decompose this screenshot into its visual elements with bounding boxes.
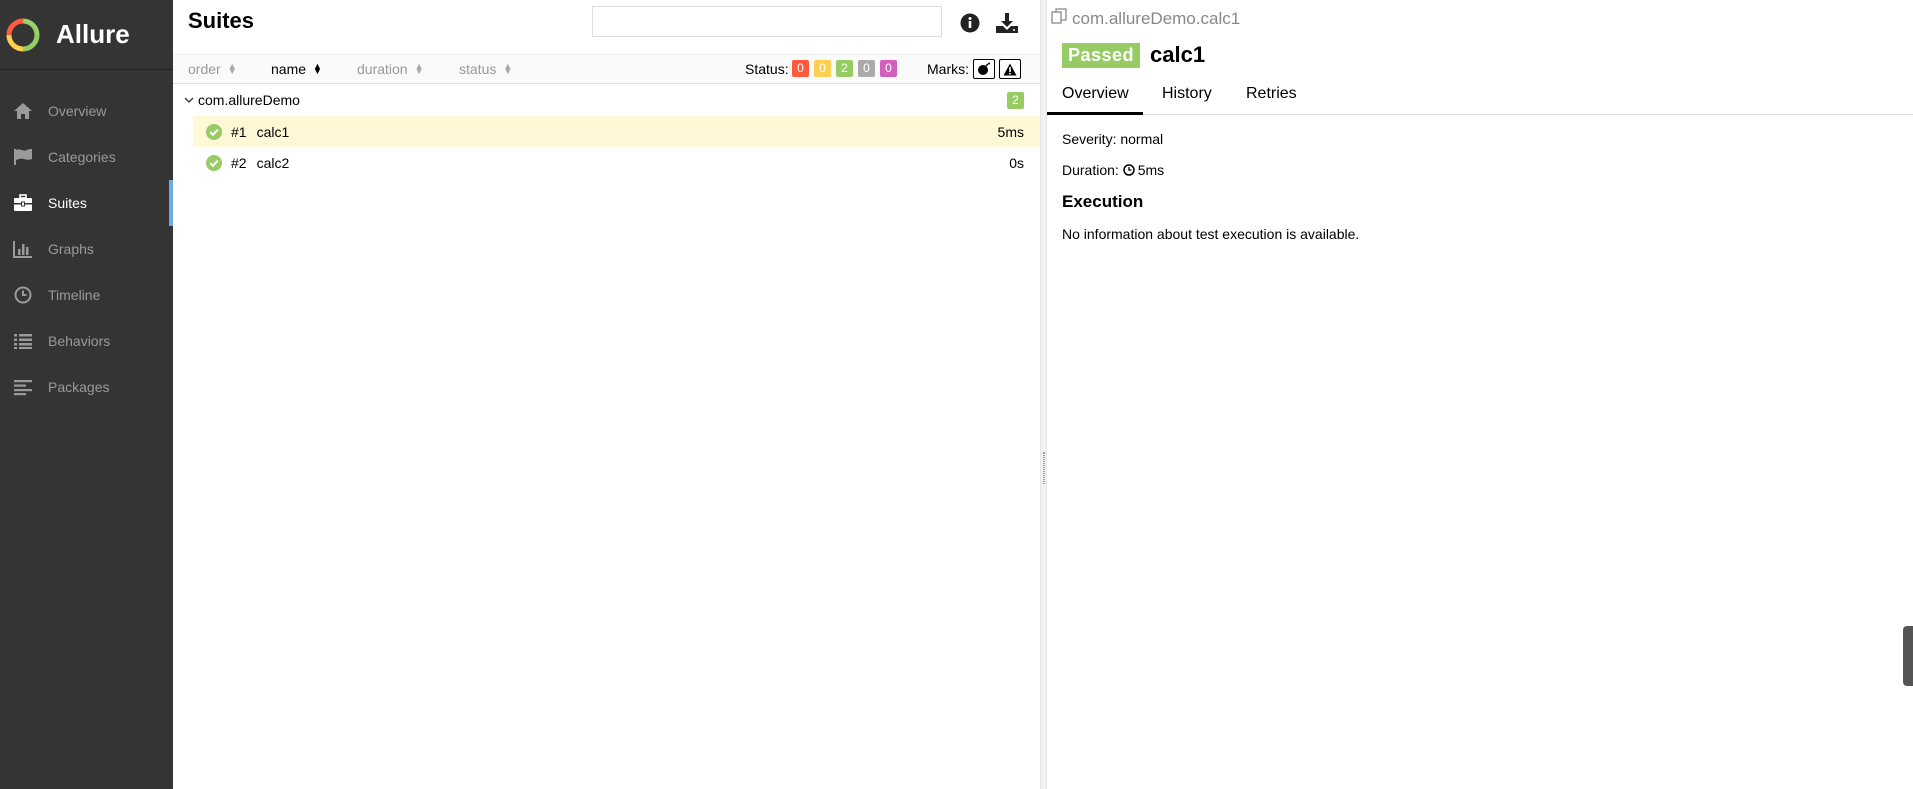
new-failed-mark-toggle[interactable] bbox=[999, 59, 1021, 79]
test-detail-pane: com.allureDemo.calc1 Passed calc1 Overvi… bbox=[1047, 0, 1913, 789]
clock-icon bbox=[11, 285, 34, 305]
test-row[interactable]: #2 calc2 0s bbox=[193, 147, 1040, 178]
test-number: #1 bbox=[231, 123, 247, 140]
detail-tabs: Overview History Retries bbox=[1047, 80, 1913, 115]
brand[interactable]: Allure bbox=[0, 0, 173, 70]
test-number: #2 bbox=[231, 154, 247, 171]
test-name: calc1 bbox=[256, 123, 290, 140]
test-path: com.allureDemo.calc1 bbox=[1051, 8, 1240, 29]
briefcase-icon bbox=[11, 193, 34, 213]
sidebar-item-graphs[interactable]: Graphs bbox=[0, 226, 173, 272]
warning-icon bbox=[1003, 63, 1017, 75]
execution-text: No information about test execution is a… bbox=[1062, 226, 1360, 242]
pane-splitter[interactable] bbox=[1040, 0, 1047, 789]
sort-arrows-icon: ▲ ▼ bbox=[313, 61, 322, 76]
duration-info: Duration: 5ms bbox=[1062, 162, 1164, 178]
flaky-mark-toggle[interactable] bbox=[973, 59, 995, 79]
test-title-name: calc1 bbox=[1150, 42, 1206, 67]
sidebar-item-label: Categories bbox=[48, 149, 116, 165]
status-broken-toggle[interactable]: 0 bbox=[814, 60, 831, 77]
suite-group[interactable]: com.allureDemo 2 bbox=[173, 84, 1040, 116]
info-icon[interactable] bbox=[960, 13, 980, 38]
test-duration: 5ms bbox=[997, 123, 1024, 140]
sidebar-item-label: Behaviors bbox=[48, 333, 111, 349]
suites-pane: Suites order ▲ ▼ name ▲ ▼ duration ▲ ▼ stat… bbox=[173, 0, 1040, 789]
splitter-grip-icon bbox=[1043, 452, 1045, 484]
sidebar-nav: Overview Categories Suites Graphs Timeli… bbox=[0, 88, 173, 410]
sort-label: status bbox=[459, 61, 497, 77]
sidebar-item-overview[interactable]: Overview bbox=[0, 88, 173, 134]
download-icon[interactable] bbox=[995, 12, 1019, 39]
test-title: Passed calc1 bbox=[1062, 42, 1205, 68]
page-title: Suites bbox=[188, 8, 255, 33]
sort-bar: order ▲ ▼ name ▲ ▼ duration ▲ ▼ status ▲ ▼ S… bbox=[173, 54, 1040, 84]
clock-icon bbox=[1122, 164, 1135, 176]
sort-duration-button[interactable]: duration ▲ ▼ bbox=[357, 61, 424, 77]
flag-icon bbox=[11, 147, 34, 167]
passed-check-icon bbox=[206, 154, 222, 171]
severity-text: Severity: normal bbox=[1062, 131, 1164, 147]
status-filter-label: Status: bbox=[745, 61, 789, 77]
marks-filter bbox=[973, 59, 1021, 79]
sidebar-item-label: Graphs bbox=[48, 241, 94, 257]
sidebar-item-behaviors[interactable]: Behaviors bbox=[0, 318, 173, 364]
sort-arrows-icon: ▲ ▼ bbox=[414, 61, 424, 76]
side-widget-handle[interactable] bbox=[1903, 626, 1913, 686]
sidebar-item-suites[interactable]: Suites bbox=[0, 180, 173, 226]
passed-check-icon bbox=[206, 123, 222, 140]
sidebar-item-label: Suites bbox=[48, 195, 87, 211]
sidebar: Allure Overview Categories Suites Graphs bbox=[0, 0, 173, 789]
tab-overview[interactable]: Overview bbox=[1047, 85, 1143, 115]
sidebar-item-timeline[interactable]: Timeline bbox=[0, 272, 173, 318]
list-icon bbox=[11, 331, 34, 351]
sort-arrows-icon: ▲ ▼ bbox=[227, 61, 237, 76]
test-row[interactable]: #1 calc1 5ms bbox=[193, 116, 1040, 147]
home-icon bbox=[11, 101, 34, 121]
status-passed-toggle[interactable]: 2 bbox=[836, 60, 853, 77]
sort-label: name bbox=[271, 61, 307, 77]
status-badge: Passed bbox=[1062, 42, 1141, 68]
duration-label: Duration: bbox=[1062, 162, 1119, 178]
sort-status-button[interactable]: status ▲ ▼ bbox=[459, 61, 512, 77]
test-name: calc2 bbox=[256, 154, 290, 171]
execution-title: Execution bbox=[1062, 192, 1144, 211]
test-path-text: com.allureDemo.calc1 bbox=[1072, 8, 1241, 28]
tab-retries[interactable]: Retries bbox=[1246, 85, 1297, 115]
allure-logo-icon bbox=[6, 18, 40, 51]
sidebar-item-label: Packages bbox=[48, 379, 110, 395]
suite-group-count: 2 bbox=[1007, 92, 1024, 109]
duration-value: 5ms bbox=[1137, 162, 1165, 178]
sort-name-button[interactable]: name ▲ ▼ bbox=[271, 61, 322, 77]
sidebar-item-packages[interactable]: Packages bbox=[0, 364, 173, 410]
search-input[interactable] bbox=[592, 6, 942, 37]
bomb-icon bbox=[978, 62, 990, 75]
sort-label: duration bbox=[357, 61, 408, 77]
status-skipped-toggle[interactable]: 0 bbox=[858, 60, 875, 77]
brand-name: Allure bbox=[56, 19, 130, 49]
sort-label: order bbox=[188, 61, 221, 77]
sidebar-item-categories[interactable]: Categories bbox=[0, 134, 173, 180]
marks-filter-label: Marks: bbox=[927, 61, 969, 77]
status-unknown-toggle[interactable]: 0 bbox=[880, 60, 897, 77]
sort-arrows-icon: ▲ ▼ bbox=[503, 61, 513, 76]
sort-order-button[interactable]: order ▲ ▼ bbox=[188, 61, 237, 77]
copy-icon[interactable] bbox=[1051, 8, 1067, 29]
align-left-icon bbox=[11, 377, 34, 397]
tab-history[interactable]: History bbox=[1162, 85, 1212, 115]
sidebar-item-label: Overview bbox=[48, 103, 107, 119]
sidebar-item-label: Timeline bbox=[48, 287, 101, 303]
test-duration: 0s bbox=[1009, 154, 1024, 171]
status-filter: 0 0 2 0 0 bbox=[792, 60, 897, 77]
suites-header: Suites bbox=[173, 0, 1040, 54]
status-failed-toggle[interactable]: 0 bbox=[792, 60, 809, 77]
bar-chart-icon bbox=[11, 239, 34, 259]
chevron-down-icon bbox=[184, 96, 194, 104]
suite-group-name: com.allureDemo bbox=[198, 92, 300, 108]
